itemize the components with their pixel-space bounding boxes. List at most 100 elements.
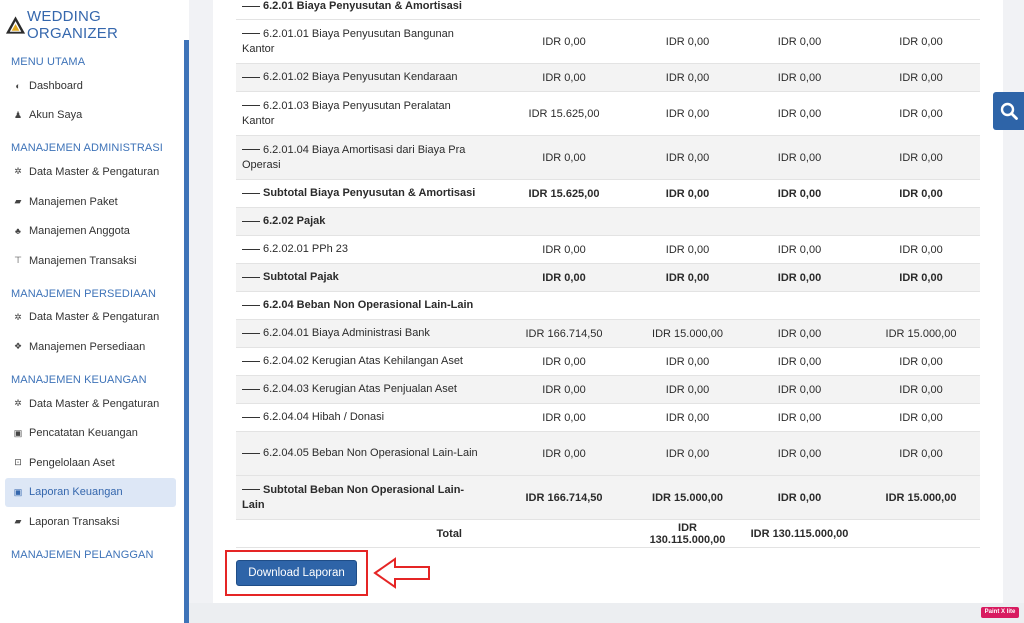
value-cell: IDR 0,00: [737, 347, 862, 376]
sidebar-item-label: Manajemen Transaksi: [29, 254, 137, 267]
indent-dash: [242, 149, 260, 151]
total-label: Total: [236, 519, 490, 548]
sidebar-item[interactable]: ✲ Data Master & Pengaturan: [0, 303, 184, 333]
row-label-cell: 6.2.01.04 Biaya Amortisasi dari Biaya Pr…: [236, 135, 490, 180]
indent-dash: [242, 248, 260, 250]
value-cell: IDR 0,00: [862, 19, 980, 64]
row-label: 6.2.01.02 Biaya Penyusutan Kendaraan: [263, 71, 458, 83]
value-cell: IDR 0,00: [490, 235, 638, 264]
search-icon: [1000, 102, 1018, 120]
value-cell: IDR 0,00: [638, 19, 737, 64]
sidebar-item[interactable]: ♟ Akun Saya: [0, 101, 184, 131]
row-label-cell: 6.2.02.01 PPh 23: [236, 235, 490, 264]
book-icon: ▰: [14, 196, 22, 207]
row-label-cell: Subtotal Biaya Penyusutan & Amortisasi: [236, 179, 490, 208]
table-row: 6.2.01.02 Biaya Penyusutan Kendaraan IDR …: [236, 63, 980, 92]
table-row: 6.2.04.01 Biaya Administrasi Bank IDR 166…: [236, 319, 980, 348]
row-label: 6.2.01.04 Biaya Amortisasi dari Biaya Pr…: [242, 143, 466, 171]
row-label-cell: 6.2.04.03 Kerugian Atas Penjualan Aset: [236, 375, 490, 404]
indent-dash: [242, 416, 260, 418]
sidebar-item-label: Manajemen Paket: [29, 195, 118, 208]
row-label-cell: 6.2.04.02 Kerugian Atas Kehilangan Aset: [236, 347, 490, 376]
sidebar-item[interactable]: ▰ Laporan Transaksi: [0, 507, 184, 537]
row-label: 6.2.01.01 Biaya Penyusutan Bangunan Kant…: [242, 27, 454, 55]
sidebar-item-label: Laporan Keuangan: [29, 486, 123, 499]
table-row: 6.2.04 Beban Non Operasional Lain-Lain: [236, 291, 980, 320]
sidebar-item[interactable]: ❖ Manajemen Persediaan: [0, 332, 184, 362]
sidebar-item-label: Akun Saya: [29, 109, 83, 122]
table-row: 6.2.02.01 PPh 23 IDR 0,00 IDR 0,00 IDR 0,00…: [236, 235, 980, 264]
sidebar-item-label: Data Master & Pengaturan: [29, 311, 160, 324]
row-label: 6.2.04.05 Beban Non Operasional Lain-Lai…: [263, 447, 478, 459]
report-table: 6.2.01 Biaya Penyusutan & Amortisasi 6.2…: [236, 0, 980, 548]
sidebar-item-label: Manajemen Anggota: [29, 225, 130, 238]
value-cell: IDR 0,00: [638, 235, 737, 264]
logo-icon: [5, 16, 26, 34]
hdd-icon: ⊡: [14, 457, 22, 468]
app-logo[interactable]: WEDDING ORGANIZER: [5, 8, 189, 42]
value-cell: IDR 0,00: [862, 347, 980, 376]
search-button[interactable]: [993, 92, 1024, 130]
money-icon: ▣: [13, 486, 23, 497]
value-cell: IDR 0,00: [862, 63, 980, 92]
indent-dash: [242, 105, 260, 107]
value-cell: IDR 0,00: [862, 403, 980, 432]
value-cell: IDR 15.000,00: [862, 475, 980, 520]
menu-section-title: MANAJEMEN KEUANGAN: [11, 373, 147, 386]
indent-dash: [242, 360, 260, 362]
sidebar-item[interactable]: ▰ Manajemen Paket: [0, 187, 184, 217]
download-report-button[interactable]: Download Laporan: [236, 560, 357, 586]
sidebar-item-label: Pencatatan Keuangan: [29, 427, 138, 440]
menu-section-title: MANAJEMEN PELANGGAN: [11, 548, 154, 561]
value-cell: IDR 0,00: [862, 431, 980, 476]
total-value-cell: [490, 519, 638, 548]
table-row: 6.2.01.01 Biaya Penyusutan Bangunan Kant…: [236, 19, 980, 64]
table-row: 6.2.02 Pajak: [236, 207, 980, 236]
row-label: 6.2.04.04 Hibah / Donasi: [263, 411, 385, 423]
table-row: 6.2.04.04 Hibah / Donasi IDR 0,00 IDR 0,00…: [236, 403, 980, 432]
value-cell: IDR 0,00: [638, 263, 737, 292]
value-cell: [638, 207, 737, 236]
row-label-cell: 6.2.04 Beban Non Operasional Lain-Lain: [236, 291, 490, 320]
indent-dash: [242, 332, 260, 334]
table-row: 6.2.04.02 Kerugian Atas Kehilangan Aset I…: [236, 347, 980, 376]
sidebar-item[interactable]: ▣ Pencatatan Keuangan: [0, 418, 184, 448]
indent-dash: [242, 304, 260, 306]
indent-dash: [242, 388, 260, 390]
row-label-cell: Subtotal Beban Non Operasional Lain-Lain: [236, 475, 490, 520]
indent-dash: [242, 220, 260, 222]
table-row: Subtotal Pajak IDR 0,00 IDR 0,00 IDR 0,00 ID…: [236, 263, 980, 292]
sidebar-item[interactable]: ◐ Dashboard: [0, 71, 184, 101]
value-cell: IDR 0,00: [737, 403, 862, 432]
indent-dash: [242, 452, 260, 454]
sidebar-item[interactable]: ✲ Data Master & Pengaturan: [0, 157, 184, 187]
row-label-cell: 6.2.04.05 Beban Non Operasional Lain-Lai…: [236, 431, 490, 476]
sidebar-scrollbar[interactable]: [184, 40, 189, 623]
value-cell: [737, 291, 862, 320]
value-cell: [862, 291, 980, 320]
sidebar-item[interactable]: ⊤ Manajemen Transaksi: [0, 246, 184, 276]
sidebar-item[interactable]: ⊡ Pengelolaan Aset: [0, 448, 184, 478]
value-cell: IDR 166.714,50: [490, 319, 638, 348]
row-label-cell: 6.2.01.02 Biaya Penyusutan Kendaraan: [236, 63, 490, 92]
users-icon: ♣: [15, 226, 21, 237]
indent-dash: [242, 5, 260, 7]
sidebar-item-label: Data Master & Pengaturan: [29, 397, 160, 410]
value-cell: IDR 0,00: [737, 475, 862, 520]
row-label: 6.2.01.03 Biaya Penyusutan Peralatan Kan…: [242, 99, 451, 127]
indent-dash: [242, 33, 260, 35]
cogs-icon: ✲: [14, 166, 22, 177]
value-cell: IDR 0,00: [737, 135, 862, 180]
row-label: 6.2.02.01 PPh 23: [263, 243, 349, 255]
value-cell: IDR 0,00: [490, 403, 638, 432]
row-label-cell: 6.2.01.03 Biaya Penyusutan Peralatan Kan…: [236, 91, 490, 136]
sidebar-item[interactable]: ▣ Laporan Keuangan: [5, 477, 176, 508]
sidebar-item[interactable]: ✲ Data Master & Pengaturan: [0, 389, 184, 419]
row-label: Subtotal Pajak: [263, 271, 339, 283]
cogs-icon: ✲: [14, 311, 22, 322]
sidebar-menu: MENU UTAMA ◐ Dashboard ♟ Akun Saya MANAJEMEN …: [0, 52, 184, 564]
value-cell: IDR 166.714,50: [490, 475, 638, 520]
value-cell: IDR 15.625,00: [490, 91, 638, 136]
row-label-cell: 6.2.02 Pajak: [236, 207, 490, 236]
sidebar-item[interactable]: ♣ Manajemen Anggota: [0, 216, 184, 246]
